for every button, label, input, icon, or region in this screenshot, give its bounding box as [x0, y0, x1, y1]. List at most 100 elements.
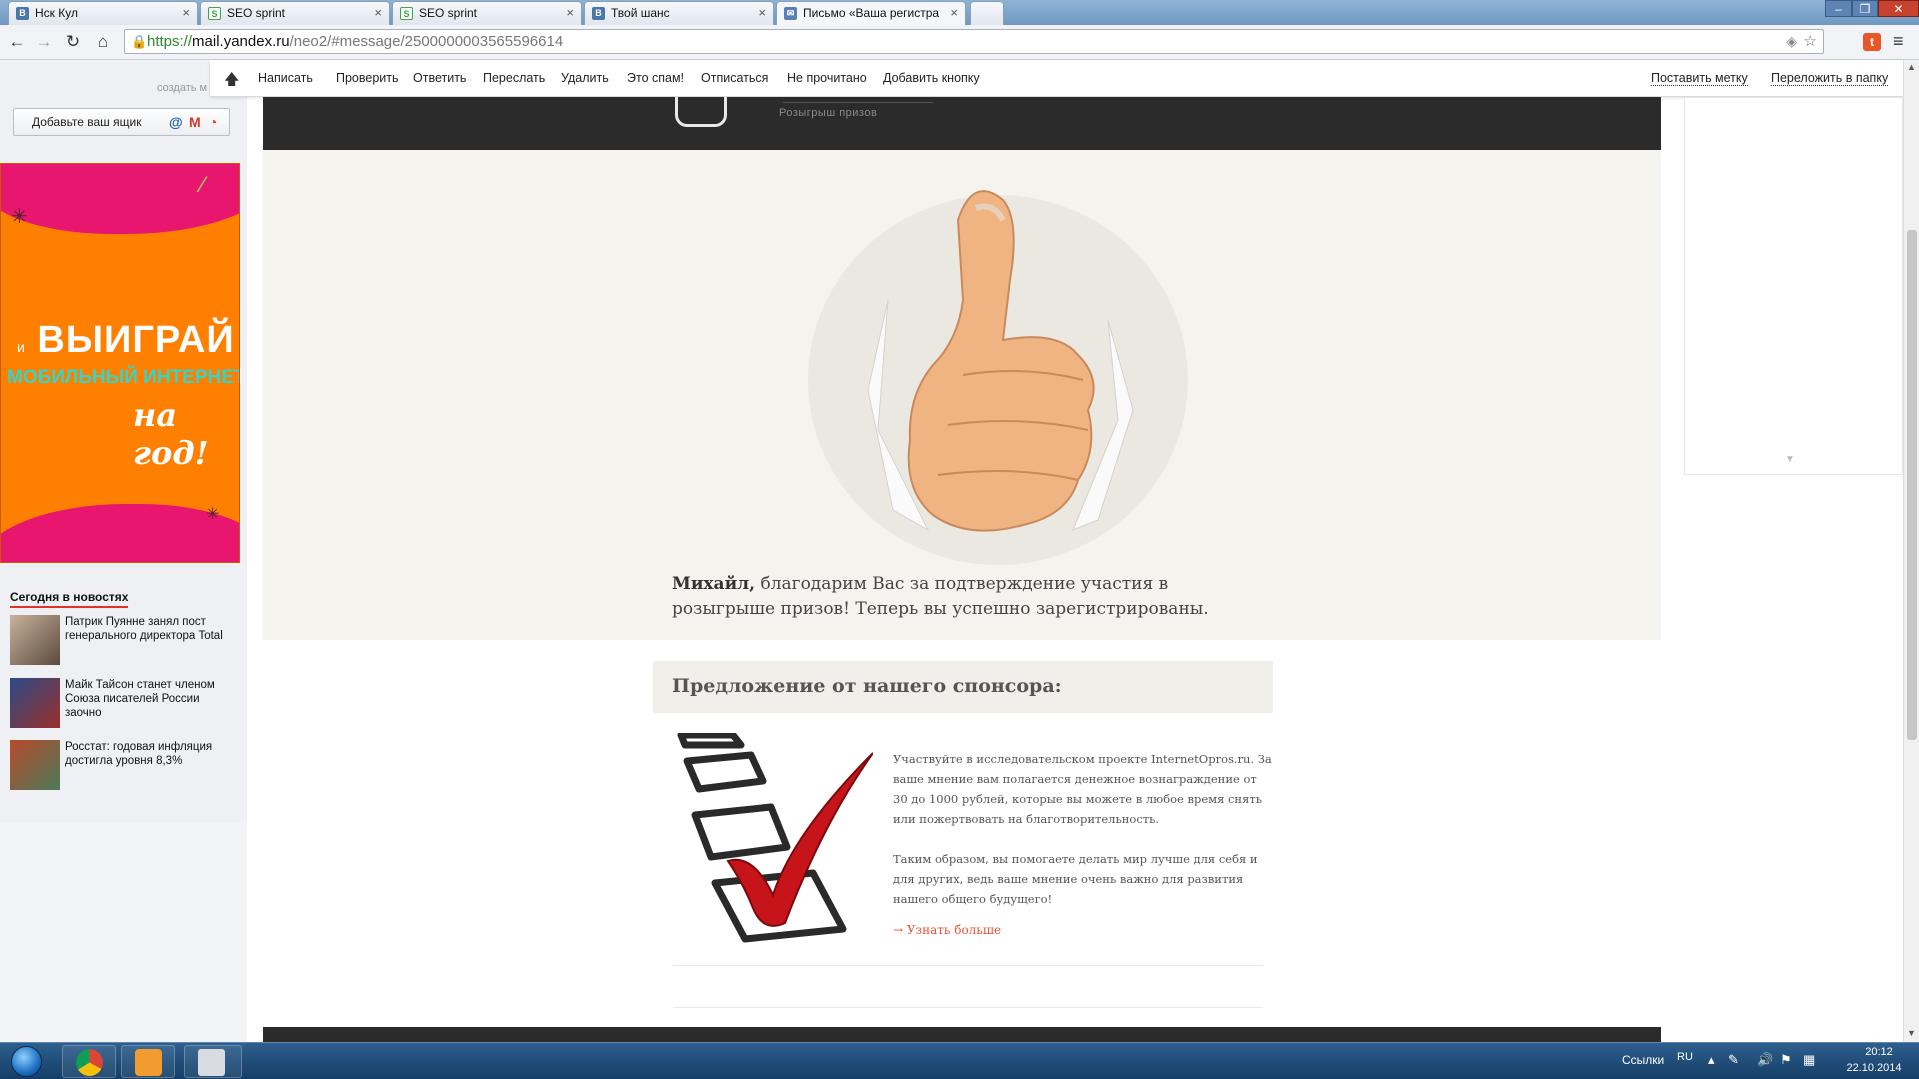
news-headline[interactable]: Росстат: годовая инфляция достигла уровн…	[65, 740, 235, 768]
tray-expand-icon[interactable]: ▴	[1708, 1052, 1715, 1068]
news-item[interactable]: Патрик Пуянне занял пост генерального ди…	[10, 615, 240, 665]
move-to-folder-button[interactable]: Переложить в папку	[1771, 71, 1889, 86]
ad-banner[interactable]: ✳ ✳ ⁄ и ВЫИГРАЙ МОБИЛЬНЫЙ ИНТЕРНЕТ на го…	[0, 163, 240, 563]
news-headline[interactable]: Патрик Пуянне занял пост генерального ди…	[65, 615, 235, 643]
set-label-button[interactable]: Поставить метку	[1651, 71, 1748, 86]
tab-title: Твой шанс	[611, 6, 670, 20]
offer-paragraph: Таким образом, вы помогаете делать мир л…	[893, 852, 1258, 906]
scroll-up-icon[interactable]: ▲	[1907, 62, 1916, 72]
right-ad-column	[1684, 97, 1903, 475]
menu-icon[interactable]: ≡	[1893, 31, 1904, 52]
chrome-icon	[76, 1049, 103, 1076]
clock-time[interactable]: 20:12	[1849, 1046, 1909, 1058]
close-tab-icon[interactable]: ×	[374, 2, 382, 24]
url-protocol: https://	[147, 33, 193, 50]
news-item[interactable]: Майк Тайсон станет членом Союза писателе…	[10, 678, 240, 728]
banner-headline: и ВЫИГРАЙ	[17, 319, 235, 362]
news-headline[interactable]: Майк Тайсон станет членом Союза писателе…	[65, 678, 235, 720]
banner-wave	[1, 504, 239, 562]
reply-button[interactable]: Ответить	[413, 71, 466, 85]
banner-tagline: на год!	[133, 396, 209, 472]
bookmark-star-icon[interactable]: ☆	[1804, 30, 1817, 53]
forward-arrow-icon[interactable]: →	[33, 31, 55, 53]
sparkle-icon: ⁄	[201, 172, 205, 197]
sponsor-title: Предложение от нашего спонсора:	[672, 675, 1062, 697]
mail-action-bar: 🡅 Написать Проверить Ответить Переслать …	[210, 60, 1903, 97]
up-arrow-icon[interactable]: 🡅	[224, 69, 239, 94]
add-mailbox-button[interactable]: Добавьте ваш ящик @ M ◔	[13, 108, 230, 136]
reload-icon[interactable]: ↻	[62, 31, 84, 53]
close-window-button[interactable]: ✕	[1878, 0, 1919, 17]
delete-button[interactable]: Удалить	[561, 71, 609, 85]
browser-titlebar: В Нск Кул × S SEO sprint × S SEO sprint …	[0, 0, 1919, 25]
close-tab-icon[interactable]: ×	[566, 2, 574, 24]
compose-button[interactable]: Написать	[258, 71, 313, 85]
browser-tab-2[interactable]: S SEO sprint ×	[200, 1, 390, 25]
add-button-button[interactable]: Добавить кнопку	[883, 71, 980, 85]
volume-icon[interactable]: 🔊	[1757, 1052, 1773, 1068]
confirmation-message: Михайл, благодарим Вас за подтверждение …	[672, 572, 1272, 622]
taskbar-chrome[interactable]	[62, 1045, 116, 1078]
hero-section: Михайл, благодарим Вас за подтверждение …	[263, 150, 1661, 640]
offer-description: Участвуйте в исследовательском проекте I…	[893, 749, 1273, 929]
email-footer	[263, 1027, 1661, 1042]
browser-tab-4[interactable]: В Твой шанс ×	[584, 1, 774, 25]
chevron-down-icon[interactable]: ▼	[1785, 454, 1795, 465]
translate-icon[interactable]: ◈	[1786, 30, 1797, 53]
maximize-button[interactable]: ❐	[1852, 0, 1878, 17]
media-player-icon	[135, 1049, 162, 1076]
tray-app-icon[interactable]: ✎	[1728, 1052, 1739, 1068]
learn-more-link[interactable]: → Узнать больше	[893, 923, 1001, 937]
vk-icon: В	[592, 7, 605, 20]
new-tab-button[interactable]	[970, 1, 1004, 25]
scroll-down-icon[interactable]: ▼	[1907, 1028, 1916, 1038]
offer-paragraph: Участвуйте в исследовательском проекте I…	[893, 752, 1272, 826]
divider	[673, 1007, 1263, 1008]
close-tab-icon[interactable]: ×	[182, 2, 190, 24]
recipient-name: Михайл,	[672, 574, 756, 594]
extension-icon[interactable]: t	[1863, 33, 1881, 51]
mark-unread-button[interactable]: Не прочитано	[787, 71, 867, 85]
browser-tab-1[interactable]: В Нск Кул ×	[8, 1, 198, 25]
news-section-title: Сегодня в новостях	[10, 590, 129, 608]
home-icon[interactable]: ⌂	[92, 31, 114, 53]
browser-tab-5[interactable]: ✉ Письмо «Ваша регистра ×	[776, 1, 966, 25]
links-toolbar-label[interactable]: Ссылки	[1622, 1053, 1664, 1067]
create-hint: создать м	[157, 82, 208, 94]
forward-button[interactable]: Переслать	[483, 71, 545, 85]
url-path: /neo2/#message/2500000003565596614	[289, 33, 564, 50]
check-mail-button[interactable]: Проверить	[336, 71, 399, 85]
lock-icon: 🔒	[131, 34, 148, 49]
start-button[interactable]	[4, 1043, 48, 1079]
address-bar[interactable]: 🔒 https://mail.yandex.ru/neo2/#message/2…	[124, 29, 1824, 54]
news-item[interactable]: Росстат: годовая инфляция достигла уровн…	[10, 740, 240, 790]
banner-subline: МОБИЛЬНЫЙ ИНТЕРНЕТ	[7, 367, 240, 388]
back-arrow-icon[interactable]: ←	[6, 31, 28, 53]
scrollbar-thumb[interactable]	[1907, 230, 1917, 740]
page-scrollbar[interactable]: ▲ ▼	[1903, 60, 1919, 1042]
add-mailbox-label: Добавьте ваш ящик	[32, 115, 142, 129]
action-center-flag-icon[interactable]: ⚑	[1780, 1052, 1792, 1068]
news-thumbnail	[10, 678, 60, 728]
news-thumbnail	[10, 740, 60, 790]
browser-tab-3[interactable]: S SEO sprint ×	[392, 1, 582, 25]
language-indicator[interactable]: RU	[1677, 1051, 1693, 1063]
taskbar-media-player[interactable]	[121, 1045, 175, 1078]
tab-title: Письмо «Ваша регистра	[803, 6, 940, 20]
sidebar-footer	[0, 822, 247, 1042]
network-icon[interactable]: ▦	[1803, 1052, 1815, 1068]
clock-date[interactable]: 22.10.2014	[1838, 1062, 1910, 1074]
minimize-button[interactable]: –	[1825, 0, 1852, 17]
sparkle-icon: ✳	[206, 506, 220, 523]
close-tab-icon[interactable]: ×	[758, 2, 766, 24]
checklist-image	[673, 731, 874, 943]
tab-title: SEO sprint	[227, 6, 286, 20]
taskbar-app[interactable]	[184, 1045, 242, 1078]
spam-button[interactable]: Это спам!	[627, 71, 684, 85]
close-tab-icon[interactable]: ×	[950, 2, 958, 24]
prize-logo-icon	[675, 97, 727, 127]
unsubscribe-button[interactable]: Отписаться	[701, 71, 768, 85]
at-icon: @	[169, 114, 183, 130]
news-thumbnail	[10, 615, 60, 665]
sponsor-header: Предложение от нашего спонсора:	[653, 661, 1273, 713]
